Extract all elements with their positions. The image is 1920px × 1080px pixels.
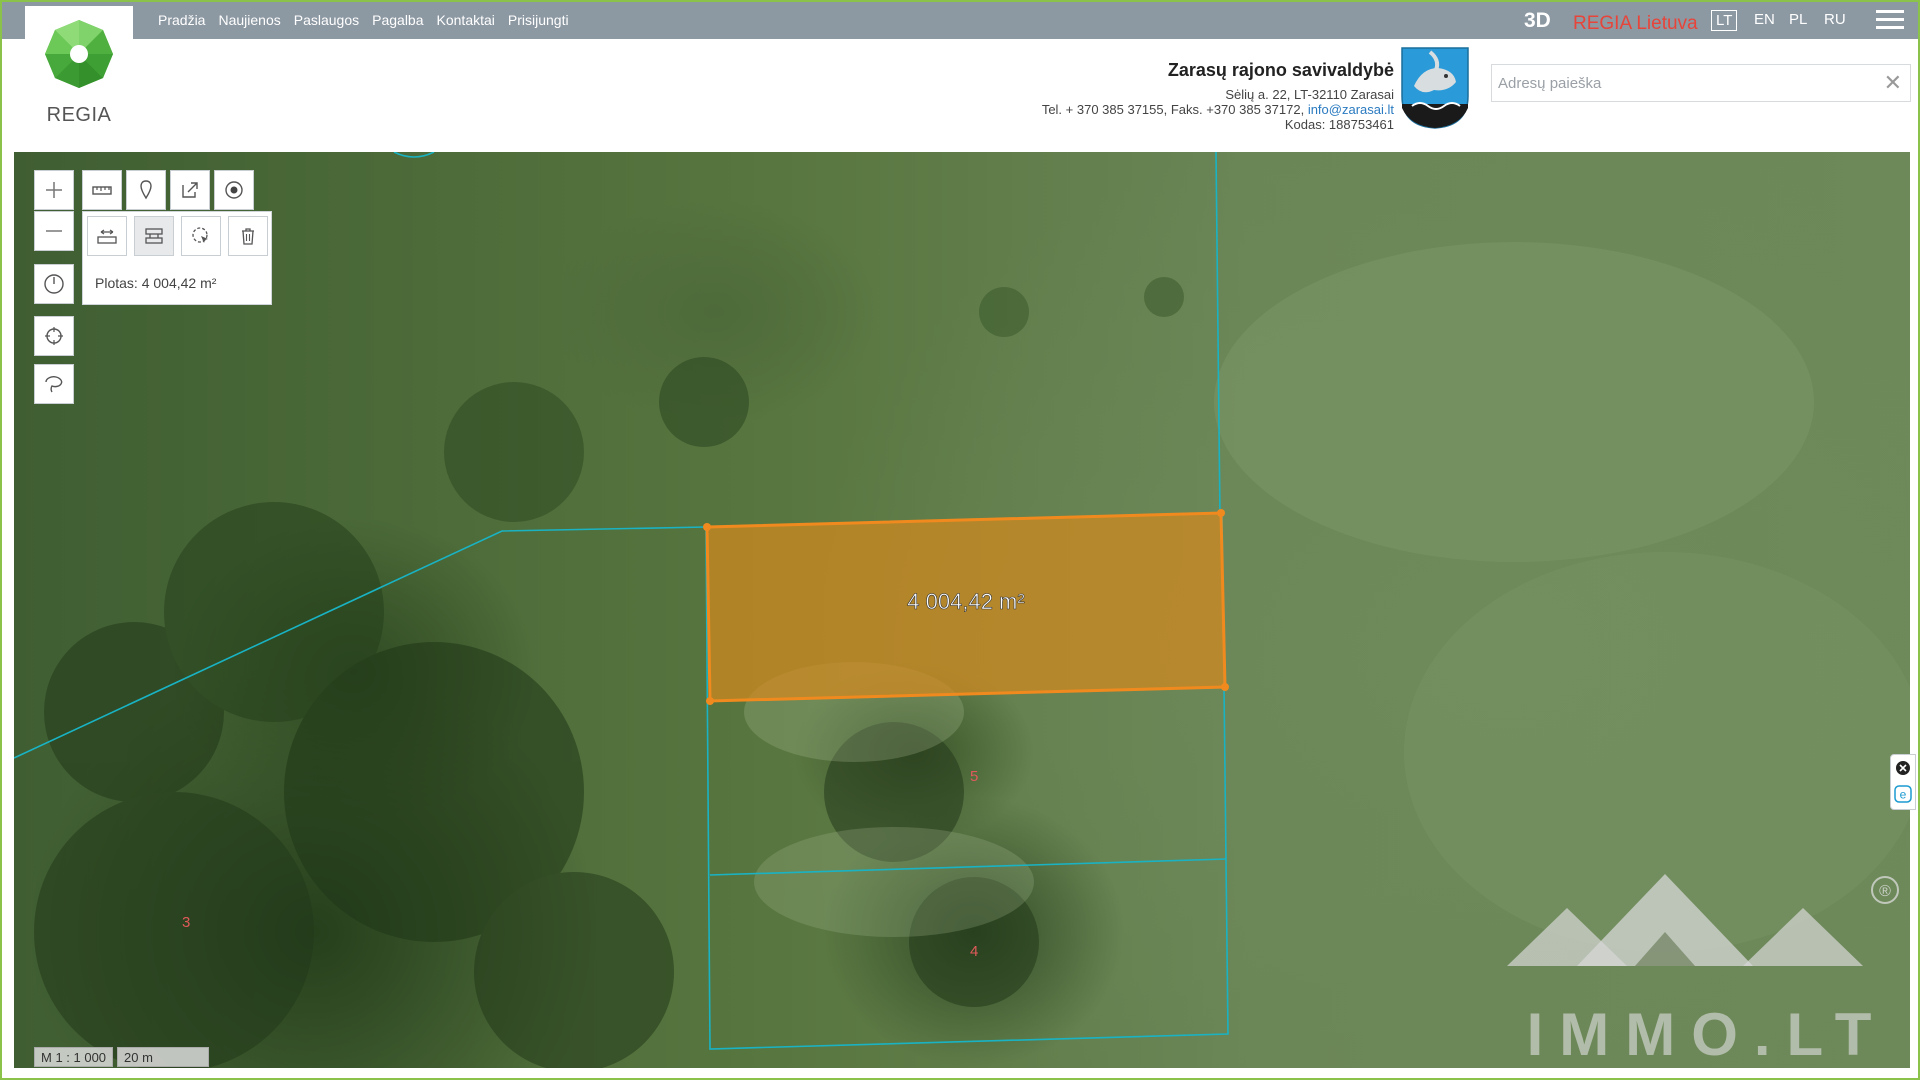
lang-ru[interactable]: RU: [1820, 10, 1850, 29]
nav-item-prisijungti[interactable]: Prisijungti: [508, 12, 569, 28]
municipality-phone: Tel. + 370 385 37155, Faks. +370 385 371…: [1041, 102, 1308, 117]
side-widget: e: [1890, 754, 1916, 810]
plus-icon: [46, 182, 62, 198]
target-icon: [225, 181, 243, 199]
municipality-address: Sėlių a. 22, LT-32110 Zarasai: [1225, 87, 1394, 102]
e-service-button[interactable]: e: [1891, 781, 1915, 807]
lang-pl[interactable]: PL: [1785, 10, 1811, 29]
lang-en[interactable]: EN: [1750, 10, 1779, 29]
measure-area-icon: [145, 228, 163, 244]
delete-measure-button[interactable]: [228, 216, 268, 256]
select-cursor-icon: [192, 227, 208, 243]
lasso-icon: [45, 376, 63, 393]
parcel-label-3: 3: [182, 914, 190, 931]
municipality-name: Zarasų rajono savivaldybė: [1167, 60, 1394, 80]
crosshair-icon: [45, 327, 63, 345]
minus-icon: [46, 230, 62, 232]
nav-item-pradzia[interactable]: Pradžia: [158, 12, 205, 28]
regia-logo-icon: [45, 20, 113, 88]
area-readout: Plotas: 4 004,42 m²: [95, 275, 217, 291]
scale-bar: 20 m: [117, 1047, 210, 1067]
address-search: ✕: [1491, 64, 1911, 102]
3d-button[interactable]: 3D: [1524, 9, 1551, 33]
regia-lietuva-link[interactable]: REGIA Lietuva: [1573, 13, 1698, 35]
nav-item-kontaktai[interactable]: Kontaktai: [437, 12, 495, 28]
measure-area-button[interactable]: [134, 216, 174, 256]
lasso-select-button[interactable]: [34, 364, 74, 404]
nav-item-paslaugos[interactable]: Paslaugos: [294, 12, 359, 28]
close-widget-button[interactable]: [1891, 755, 1915, 781]
scale-ratio: M 1 : 1 000: [34, 1047, 114, 1067]
measure-tool-button[interactable]: [82, 170, 122, 210]
parcel-label-4: 4: [970, 943, 978, 960]
e-service-icon: e: [1894, 785, 1912, 803]
address-search-input[interactable]: [1492, 65, 1872, 101]
nav-item-pagalba[interactable]: Pagalba: [372, 12, 423, 28]
municipality-info: Zarasų rajono savivaldybė Sėlių a. 22, L…: [1042, 60, 1394, 132]
municipality-email-link[interactable]: info@zarasai.lt: [1308, 102, 1394, 117]
measure-length-icon: [97, 229, 117, 244]
top-navigation-bar: Pradžia Naujienos Paslaugos Pagalba Kont…: [2, 2, 1918, 39]
share-icon: [182, 182, 198, 198]
nav-item-naujienos[interactable]: Naujienos: [218, 12, 280, 28]
regia-logo[interactable]: REGIA: [25, 6, 133, 126]
target-button[interactable]: [214, 170, 254, 210]
marker-tool-button[interactable]: [126, 170, 166, 210]
main-nav: Pradžia Naujienos Paslaugos Pagalba Kont…: [158, 12, 569, 28]
svg-text:e: e: [1900, 788, 1907, 802]
polygon-area-label: 4 004,42 m²: [907, 589, 1024, 614]
clear-search-icon[interactable]: ✕: [1884, 70, 1902, 96]
history-button[interactable]: [34, 264, 74, 304]
close-circle-icon: [1896, 761, 1910, 775]
lang-lt[interactable]: LT: [1711, 10, 1738, 31]
measure-length-button[interactable]: [87, 216, 127, 256]
map-scale: M 1 : 1 000 20 m: [34, 1047, 210, 1067]
logo-text: REGIA: [46, 104, 112, 126]
municipality-code: Kodas: 188753461: [1284, 117, 1394, 132]
zoom-out-button[interactable]: [34, 211, 74, 251]
share-button[interactable]: [170, 170, 210, 210]
map-overlay: 4 004,42 m² 5 4 3: [14, 152, 1910, 1068]
trash-icon: [242, 228, 254, 245]
ruler-icon: [92, 186, 112, 195]
measure-subtool-panel: Plotas: 4 004,42 m²: [82, 211, 272, 305]
select-feature-button[interactable]: [181, 216, 221, 256]
map-canvas[interactable]: 4 004,42 m² 5 4 3: [14, 152, 1910, 1068]
municipality-contacts: Tel. + 370 385 37155, Faks. +370 385 371…: [1042, 102, 1394, 117]
coat-of-arms-icon: [1401, 47, 1469, 129]
locate-button[interactable]: [34, 316, 74, 356]
hamburger-menu-icon[interactable]: [1876, 10, 1904, 32]
clock-icon: [44, 274, 64, 294]
parcel-label-5: 5: [970, 768, 978, 785]
map-marker-icon: [140, 180, 152, 200]
zoom-in-button[interactable]: [34, 170, 74, 210]
